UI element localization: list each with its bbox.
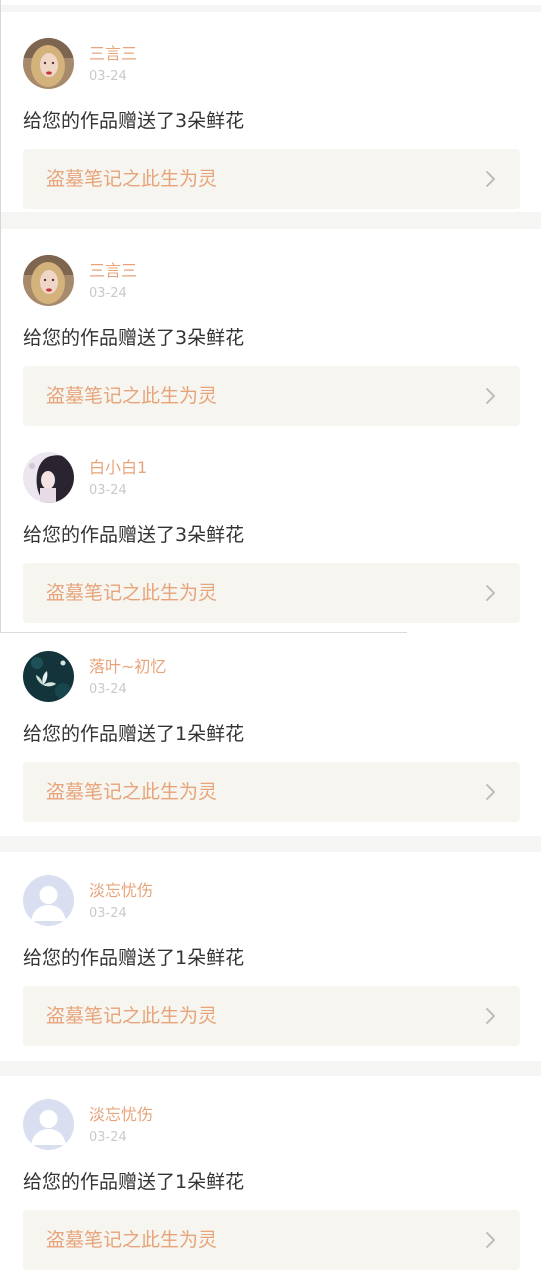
notification-card: 三言三 03-24 给您的作品赠送了3朵鲜花 盗墓笔记之此生为灵 (0, 229, 541, 633)
notification-card: 淡忘忧伤 03-24 给您的作品赠送了1朵鲜花 盗墓笔记之此生为灵 (0, 1076, 541, 1280)
work-link[interactable]: 盗墓笔记之此生为灵 (23, 366, 520, 426)
username[interactable]: 白小白1 (89, 458, 147, 478)
avatar-blonde-girl-icon[interactable] (23, 38, 74, 89)
timestamp: 03-24 (89, 1130, 127, 1145)
previous-card-edge (0, 0, 541, 5)
gift-notification-item: 落叶~初忆 03-24 给您的作品赠送了1朵鲜花 盗墓笔记之此生为灵 (0, 633, 541, 829)
gift-notification-item: 淡忘忧伤 03-24 给您的作品赠送了1朵鲜花 盗墓笔记之此生为灵 (0, 852, 541, 1048)
chevron-right-icon (486, 388, 495, 404)
timestamp: 03-24 (89, 69, 127, 84)
gift-notification-feed: 三言三 03-24 给您的作品赠送了3朵鲜花 盗墓笔记之此生为灵 三言三 03-… (0, 0, 541, 1280)
username[interactable]: 淡忘忧伤 (89, 1105, 153, 1125)
username[interactable]: 落叶~初忆 (89, 657, 166, 677)
timestamp: 03-24 (89, 483, 127, 498)
work-link[interactable]: 盗墓笔记之此生为灵 (23, 563, 520, 623)
avatar-default-user-icon[interactable] (23, 875, 74, 926)
avatar-blonde-girl-icon[interactable] (23, 255, 74, 306)
gift-message: 给您的作品赠送了3朵鲜花 (23, 110, 245, 132)
username[interactable]: 三言三 (89, 44, 137, 64)
gift-message: 给您的作品赠送了1朵鲜花 (23, 723, 245, 745)
username[interactable]: 淡忘忧伤 (89, 881, 153, 901)
work-link[interactable]: 盗墓笔记之此生为灵 (23, 986, 520, 1046)
work-link[interactable]: 盗墓笔记之此生为灵 (23, 149, 520, 209)
gift-message: 给您的作品赠送了3朵鲜花 (23, 524, 245, 546)
gift-message: 给您的作品赠送了1朵鲜花 (23, 1171, 245, 1193)
work-title: 盗墓笔记之此生为灵 (46, 1229, 218, 1251)
avatar-anime-girl-icon[interactable] (23, 452, 74, 503)
gift-notification-item: 三言三 03-24 给您的作品赠送了3朵鲜花 盗墓笔记之此生为灵 (0, 12, 541, 209)
chevron-right-icon (486, 784, 495, 800)
work-title: 盗墓笔记之此生为灵 (46, 1005, 218, 1027)
notification-card: 淡忘忧伤 03-24 给您的作品赠送了1朵鲜花 盗墓笔记之此生为灵 (0, 852, 541, 1061)
gift-notification-item: 白小白1 03-24 给您的作品赠送了3朵鲜花 盗墓笔记之此生为灵 (0, 426, 541, 623)
gift-notification-item: 淡忘忧伤 03-24 给您的作品赠送了1朵鲜花 盗墓笔记之此生为灵 (0, 1076, 541, 1272)
timestamp: 03-24 (89, 286, 127, 301)
notification-card: 三言三 03-24 给您的作品赠送了3朵鲜花 盗墓笔记之此生为灵 (0, 12, 541, 212)
avatar-lotus-icon[interactable] (23, 651, 74, 702)
left-edge-line (0, 0, 1, 632)
timestamp: 03-24 (89, 906, 127, 921)
work-title: 盗墓笔记之此生为灵 (46, 385, 218, 407)
chevron-right-icon (486, 585, 495, 601)
work-title: 盗墓笔记之此生为灵 (46, 582, 218, 604)
section-divider (0, 632, 407, 633)
timestamp: 03-24 (89, 682, 127, 697)
chevron-right-icon (486, 1008, 495, 1024)
work-title: 盗墓笔记之此生为灵 (46, 168, 218, 190)
chevron-right-icon (486, 1232, 495, 1248)
gift-message: 给您的作品赠送了1朵鲜花 (23, 947, 245, 969)
work-link[interactable]: 盗墓笔记之此生为灵 (23, 1210, 520, 1270)
chevron-right-icon (486, 171, 495, 187)
avatar-default-user-icon[interactable] (23, 1099, 74, 1150)
gift-notification-item: 三言三 03-24 给您的作品赠送了3朵鲜花 盗墓笔记之此生为灵 (0, 229, 541, 426)
username[interactable]: 三言三 (89, 261, 137, 281)
notification-card: 落叶~初忆 03-24 给您的作品赠送了1朵鲜花 盗墓笔记之此生为灵 (0, 633, 541, 836)
work-title: 盗墓笔记之此生为灵 (46, 781, 218, 803)
work-link[interactable]: 盗墓笔记之此生为灵 (23, 762, 520, 822)
gift-message: 给您的作品赠送了3朵鲜花 (23, 327, 245, 349)
